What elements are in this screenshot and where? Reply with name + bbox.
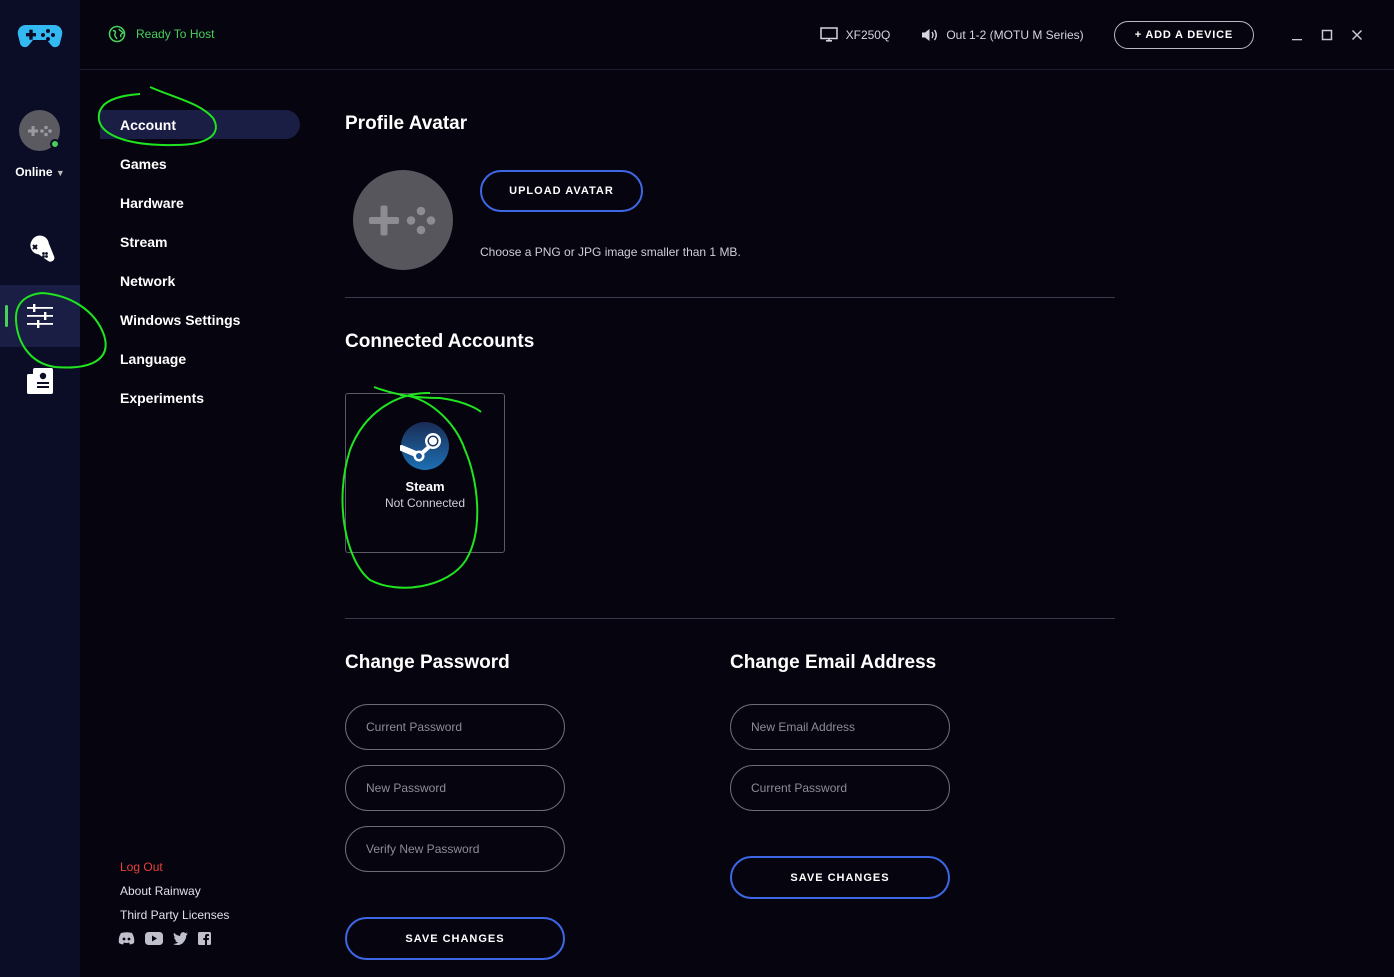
minimize-button[interactable] xyxy=(1282,20,1312,50)
rail-guides[interactable] xyxy=(0,350,80,412)
display-label: XF250Q xyxy=(845,28,891,42)
nav-network[interactable]: Network xyxy=(100,266,300,295)
nav-experiments[interactable]: Experiments xyxy=(100,383,300,412)
social-links xyxy=(118,932,211,945)
close-button[interactable] xyxy=(1342,20,1372,50)
logout-link[interactable]: Log Out xyxy=(120,860,163,874)
close-icon xyxy=(1351,29,1363,41)
upload-avatar-button[interactable]: UPLOAD AVATAR xyxy=(480,170,643,212)
caret-down-icon: ▼ xyxy=(55,168,65,178)
rail-games[interactable] xyxy=(0,220,80,282)
save-email-button[interactable]: SAVE CHANGES xyxy=(730,856,950,899)
connected-accounts-title: Connected Accounts xyxy=(345,331,535,352)
change-email-title: Change Email Address xyxy=(730,652,937,673)
gamepad-avatar-icon xyxy=(27,125,52,136)
nav-games[interactable]: Games xyxy=(100,149,300,178)
online-status-label: Online xyxy=(15,165,53,179)
nav-windows-settings-label: Windows Settings xyxy=(120,311,241,328)
document-icon xyxy=(27,368,53,394)
gamepad-logo-icon xyxy=(17,25,63,48)
audio-selector[interactable]: Out 1-2 (MOTU M Series) xyxy=(920,27,1084,43)
change-password-title: Change Password xyxy=(345,652,510,673)
profile-avatar-title: Profile Avatar xyxy=(345,113,468,134)
nav-account[interactable]: Account xyxy=(100,110,300,139)
online-status-dropdown[interactable]: Online ▼ xyxy=(0,165,80,179)
settings-nav: Account Games Hardware Stream Network Wi… xyxy=(80,70,315,977)
monitor-icon xyxy=(819,27,838,42)
avatar-hint: Choose a PNG or JPG image smaller than 1… xyxy=(480,245,741,259)
top-right-controls: XF250Q Out 1-2 (MOTU M Series) + ADD A D… xyxy=(819,20,1394,50)
game-controller-icon xyxy=(30,235,55,262)
verify-password-input[interactable] xyxy=(345,826,565,872)
steam-status: Not Connected xyxy=(384,496,466,510)
app-logo[interactable] xyxy=(0,0,80,70)
host-status-label: Ready To Host xyxy=(136,27,215,41)
top-bar: Ready To Host XF250Q Out 1-2 (MOTU M Ser… xyxy=(0,0,1394,70)
gamepad-avatar-icon xyxy=(369,205,436,236)
maximize-button[interactable] xyxy=(1312,20,1342,50)
new-password-input[interactable] xyxy=(345,765,565,811)
icon-rail: Online ▼ xyxy=(0,70,80,977)
host-status[interactable]: Ready To Host xyxy=(108,25,215,43)
nav-stream[interactable]: Stream xyxy=(100,227,300,256)
new-email-input[interactable] xyxy=(730,704,950,750)
nav-account-label: Account xyxy=(120,116,176,133)
online-indicator xyxy=(50,139,60,149)
save-password-button[interactable]: SAVE CHANGES xyxy=(345,917,565,960)
maximize-icon xyxy=(1321,29,1333,41)
active-indicator xyxy=(5,305,8,327)
section-divider xyxy=(345,297,1115,298)
email-current-password-input[interactable] xyxy=(730,765,950,811)
steam-name: Steam xyxy=(405,479,445,494)
discord-icon[interactable] xyxy=(118,932,135,945)
minimize-icon xyxy=(1292,39,1302,41)
nav-language-label: Language xyxy=(120,350,187,367)
twitter-icon[interactable] xyxy=(173,932,188,945)
display-selector[interactable]: XF250Q xyxy=(819,27,891,43)
sliders-icon xyxy=(27,304,53,328)
current-password-input[interactable] xyxy=(345,704,565,750)
nav-windows-settings[interactable]: Windows Settings xyxy=(100,305,300,334)
steam-account-card[interactable]: Steam Not Connected xyxy=(345,393,505,553)
facebook-icon[interactable] xyxy=(198,932,211,945)
user-avatar[interactable] xyxy=(19,110,60,151)
rail-settings[interactable] xyxy=(0,285,80,347)
nav-hardware-label: Hardware xyxy=(120,194,184,211)
about-link[interactable]: About Rainway xyxy=(120,884,201,898)
licenses-link[interactable]: Third Party Licenses xyxy=(120,908,229,922)
nav-experiments-label: Experiments xyxy=(120,389,205,406)
youtube-icon[interactable] xyxy=(145,932,163,945)
profile-avatar-image xyxy=(353,170,453,270)
nav-network-label: Network xyxy=(120,272,176,289)
nav-hardware[interactable]: Hardware xyxy=(100,188,300,217)
speaker-icon xyxy=(922,29,938,41)
globe-icon xyxy=(108,25,126,43)
add-device-button[interactable]: + ADD A DEVICE xyxy=(1113,21,1254,49)
section-divider xyxy=(345,618,1115,619)
nav-games-label: Games xyxy=(120,155,167,172)
nav-language[interactable]: Language xyxy=(100,344,300,373)
audio-label: Out 1-2 (MOTU M Series) xyxy=(946,28,1084,42)
steam-logo-icon xyxy=(400,422,449,470)
nav-stream-label: Stream xyxy=(120,233,168,250)
